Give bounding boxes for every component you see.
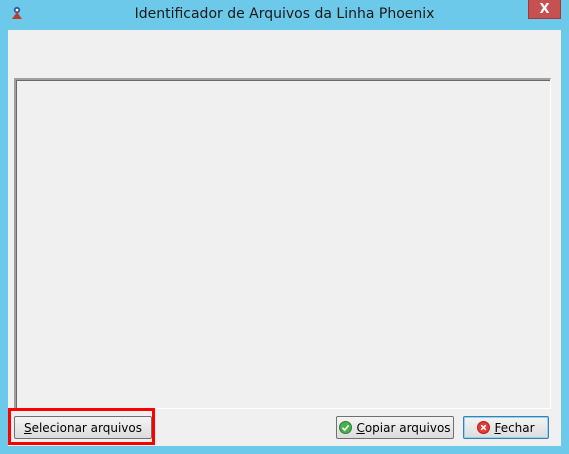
file-list-panel[interactable] bbox=[14, 78, 551, 409]
title-bar[interactable]: Identificador de Arquivos da Linha Phoen… bbox=[0, 0, 569, 30]
select-files-button[interactable]: Selecionar arquivos bbox=[14, 416, 152, 439]
app-window: Identificador de Arquivos da Linha Phoen… bbox=[0, 0, 569, 454]
check-circle-icon bbox=[339, 421, 353, 434]
client-area: Selecionar arquivos Copiar arquivos Fech… bbox=[8, 30, 561, 446]
close-dialog-label: Fechar bbox=[494, 420, 535, 435]
close-dialog-button[interactable]: Fechar bbox=[463, 416, 549, 439]
copy-files-button[interactable]: Copiar arquivos bbox=[336, 416, 454, 439]
select-files-label: Selecionar arquivos bbox=[23, 420, 143, 435]
close-icon: X bbox=[539, 1, 550, 17]
window-close-button[interactable]: X bbox=[528, 0, 561, 19]
copy-files-label: Copiar arquivos bbox=[356, 420, 451, 435]
cancel-circle-icon bbox=[477, 421, 491, 434]
window-title: Identificador de Arquivos da Linha Phoen… bbox=[134, 6, 435, 22]
